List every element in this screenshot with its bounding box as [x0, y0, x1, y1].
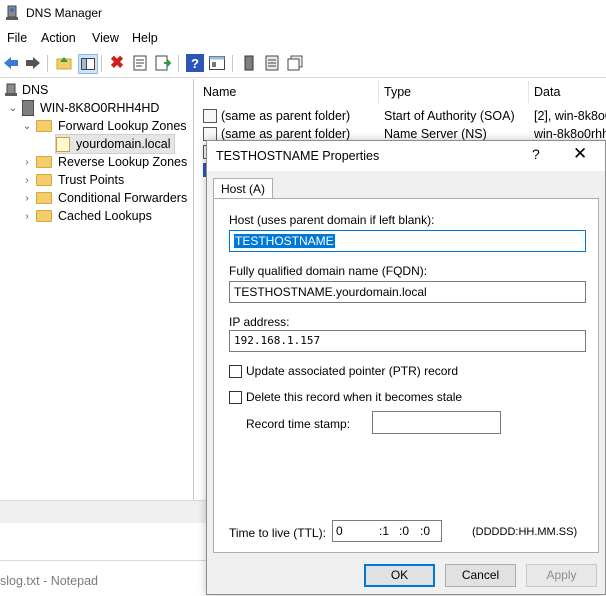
dialog-title: TESTHOSTNAME Properties — [216, 149, 380, 163]
apply-button[interactable]: Apply — [526, 564, 597, 587]
help-button[interactable]: ? — [532, 146, 540, 162]
tree-label-dns: DNS — [22, 83, 49, 97]
record-icon — [203, 109, 217, 123]
properties-icon[interactable] — [131, 54, 149, 72]
forward-arrow-icon[interactable] — [24, 54, 42, 72]
tree-item-yourdomain[interactable]: yourdomain.local — [55, 134, 175, 154]
menu-action[interactable]: Action — [41, 31, 76, 45]
tab-host-a[interactable]: Host (A) — [213, 178, 274, 199]
stale-checkbox[interactable] — [229, 391, 242, 404]
ttl-label: Time to live (TTL): — [229, 526, 326, 540]
record-list-icon[interactable] — [263, 54, 281, 72]
row-data: [2], win-8k8o0 — [534, 109, 606, 123]
ttl-days[interactable]: 0 — [336, 521, 343, 541]
tab-panel: Host (uses parent domain if left blank):… — [213, 198, 599, 553]
dns-icon — [4, 83, 18, 97]
server-icon — [22, 100, 34, 116]
zone-file-icon — [56, 136, 70, 152]
title-bar: DNS Manager — [0, 0, 606, 26]
folder-icon — [36, 192, 52, 204]
tree-item-dns[interactable]: DNS — [4, 81, 48, 99]
help-icon[interactable]: ? — [186, 54, 204, 72]
tree-label-forward: Forward Lookup Zones — [58, 119, 187, 133]
horizontal-scrollbar[interactable] — [0, 500, 206, 523]
folder-icon — [36, 210, 52, 222]
column-header-type[interactable]: Type — [384, 85, 411, 99]
ttl-minutes[interactable]: :0 — [399, 521, 409, 541]
ok-button[interactable]: OK — [364, 564, 435, 587]
column-header-name[interactable]: Name — [203, 85, 236, 99]
ptr-label: Update associated pointer (PTR) record — [246, 364, 459, 378]
console-tree: DNS ⌄ WIN-8K8O0RHH4HD ⌄ Forward Lookup Z… — [0, 79, 194, 500]
menu-bar: File Action View Help — [0, 28, 606, 48]
show-console-icon[interactable] — [208, 54, 226, 72]
menu-help[interactable]: Help — [132, 31, 158, 45]
tree-label-zone: yourdomain.local — [76, 137, 171, 151]
menu-file[interactable]: File — [7, 31, 27, 45]
export-list-icon[interactable] — [154, 54, 172, 72]
show-hide-tree-icon[interactable] — [78, 54, 98, 74]
folder-icon — [36, 120, 52, 132]
taskbar-notepad[interactable]: slog.txt - Notepad — [0, 560, 206, 596]
server-icon[interactable] — [240, 54, 258, 72]
folder-icon — [36, 156, 52, 168]
tree-item-server[interactable]: ⌄ WIN-8K8O0RHH4HD — [8, 99, 159, 117]
fqdn-field[interactable]: TESTHOSTNAME.yourdomain.local — [229, 281, 586, 303]
window-title: DNS Manager — [26, 6, 103, 20]
tree-label-trust: Trust Points — [58, 173, 125, 187]
dns-app-icon — [5, 5, 19, 24]
host-label: Host (uses parent domain if left blank): — [229, 213, 435, 227]
delete-icon[interactable]: ✖ — [108, 53, 126, 72]
tree-label-conditional: Conditional Forwarders — [58, 191, 188, 205]
chevron-right-icon[interactable]: › — [22, 175, 32, 186]
host-value: TESTHOSTNAME — [234, 234, 335, 248]
chevron-right-icon[interactable]: › — [22, 211, 32, 222]
dialog-title-bar: TESTHOSTNAME Properties ? ✕ — [207, 141, 605, 171]
ttl-seconds[interactable]: :0 — [420, 521, 430, 541]
chevron-down-icon[interactable]: ⌄ — [8, 103, 18, 114]
timestamp-field — [372, 411, 501, 434]
ip-label: IP address: — [229, 315, 290, 329]
ttl-input[interactable]: 0 :1 :0 :0 — [332, 520, 442, 542]
row-type: Start of Authority (SOA) — [384, 109, 515, 123]
record-icon — [203, 127, 217, 141]
cancel-button[interactable]: Cancel — [445, 564, 516, 587]
ttl-format-hint: (DDDDD:HH.MM.SS) — [472, 526, 578, 538]
chevron-right-icon[interactable]: › — [22, 193, 32, 204]
tree-item-conditional-forwarders[interactable]: › Conditional Forwarders — [22, 189, 187, 207]
tree-item-cached-lookups[interactable]: › Cached Lookups — [22, 207, 152, 225]
ttl-hours[interactable]: :1 — [379, 521, 389, 541]
tree-label-cached: Cached Lookups — [58, 209, 152, 223]
copy-records-icon[interactable] — [286, 54, 304, 72]
ip-address-input[interactable]: 192.168.1.157 — [229, 330, 586, 352]
stale-label: Delete this record when it becomes stale — [246, 390, 463, 404]
row-name[interactable]: (same as parent folder) — [221, 109, 350, 123]
timestamp-label: Record time stamp: — [246, 417, 351, 431]
column-header-data[interactable]: Data — [534, 85, 560, 99]
chevron-right-icon[interactable]: › — [22, 157, 32, 168]
tree-label-reverse: Reverse Lookup Zones — [58, 155, 188, 169]
notepad-title: slog.txt - Notepad — [0, 574, 98, 588]
row-type: Name Server (NS) — [384, 127, 487, 141]
tree-item-forward-zones[interactable]: ⌄ Forward Lookup Zones — [22, 117, 187, 135]
row-name[interactable]: (same as parent folder) — [221, 127, 350, 141]
tree-label-server: WIN-8K8O0RHH4HD — [40, 101, 160, 115]
folder-icon — [36, 174, 52, 186]
up-folder-icon[interactable] — [55, 54, 73, 72]
back-arrow-icon[interactable] — [2, 54, 20, 72]
tree-item-reverse-zones[interactable]: › Reverse Lookup Zones — [22, 153, 187, 171]
properties-dialog: TESTHOSTNAME Properties ? ✕ Host (A) Hos… — [206, 140, 606, 595]
menu-view[interactable]: View — [92, 31, 119, 45]
tree-item-trust-points[interactable]: › Trust Points — [22, 171, 124, 189]
host-input[interactable]: TESTHOSTNAME — [229, 230, 586, 252]
chevron-down-icon[interactable]: ⌄ — [22, 121, 32, 132]
close-button[interactable]: ✕ — [573, 144, 587, 164]
fqdn-label: Fully qualified domain name (FQDN): — [229, 264, 428, 278]
ptr-checkbox[interactable] — [229, 365, 242, 378]
row-data: win-8k8o0rhh — [534, 127, 606, 141]
toolbar: ✖ ? — [0, 50, 606, 78]
